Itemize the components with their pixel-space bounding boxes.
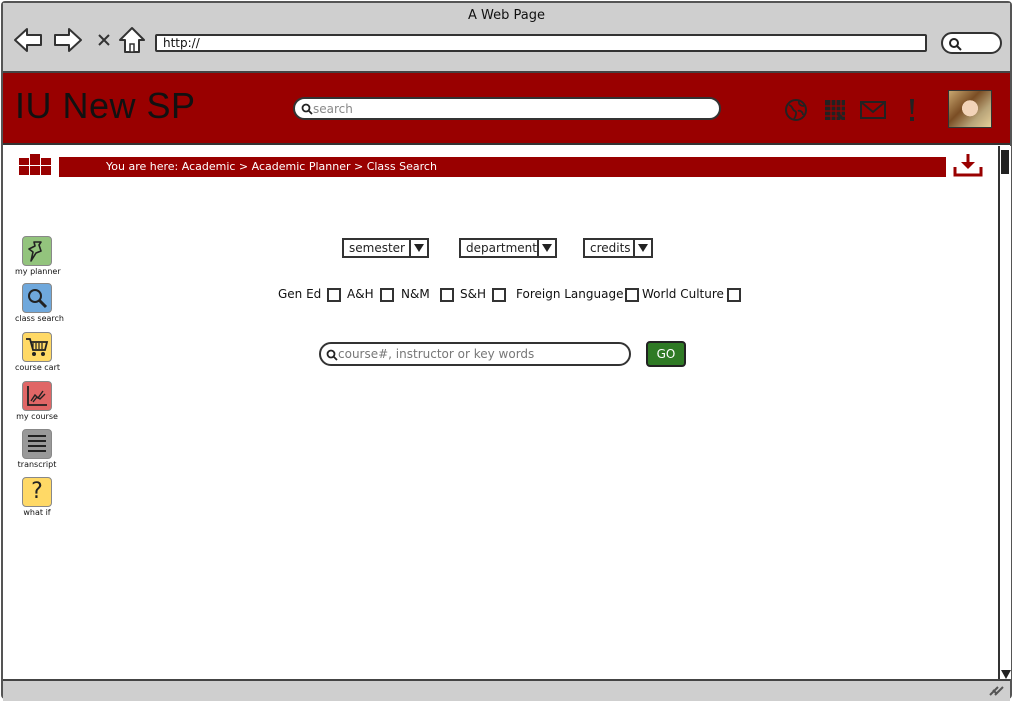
app-header: IU New SP — [3, 73, 1010, 145]
sidebar-item-what-if[interactable]: ? what if — [15, 477, 59, 517]
chevron-down-icon — [633, 240, 651, 256]
checkbox-label-foreign-language: Foreign Language — [516, 287, 624, 301]
course-search-input[interactable] — [338, 346, 623, 362]
window-title: A Web Page — [468, 8, 545, 23]
checkbox-label-gen-ed: Gen Ed — [278, 287, 322, 301]
sidebar-item-my-planner[interactable]: my planner — [15, 236, 61, 276]
breadcrumb: You are here: Academic > Academic Planne… — [59, 157, 946, 177]
checkbox-label-n-m: N&M — [401, 287, 430, 301]
browser-window: A Web Page http:// IU New SP search You … — [1, 1, 1012, 701]
stop-icon[interactable] — [89, 25, 119, 55]
resize-grip-icon[interactable] — [988, 684, 1004, 696]
sidebar-item-course-cart[interactable]: course cart — [15, 332, 61, 372]
checkbox-a-h[interactable] — [380, 288, 394, 302]
sidebar-item-label: transcript — [17, 460, 57, 469]
checkbox-label-a-h: A&H — [347, 287, 374, 301]
back-icon[interactable] — [13, 25, 43, 55]
checkbox-label-s-h: S&H — [460, 287, 486, 301]
checkbox-label-world-culture: World Culture — [642, 287, 724, 301]
browser-search-field[interactable] — [941, 32, 1002, 54]
header-search[interactable] — [293, 97, 721, 120]
semester-dropdown[interactable]: semester — [342, 238, 429, 258]
url-bar[interactable]: http:// — [155, 34, 927, 52]
checkbox-foreign-language[interactable] — [625, 288, 639, 302]
go-button[interactable]: GO — [646, 341, 686, 367]
home-icon[interactable] — [117, 25, 147, 55]
question-icon: ? — [22, 477, 52, 507]
status-bar — [3, 679, 1010, 701]
dropdown-label: department — [466, 241, 537, 255]
scroll-down-icon[interactable] — [1000, 667, 1011, 679]
sidebar-item-label: course cart — [15, 363, 61, 372]
mail-icon[interactable] — [860, 97, 886, 123]
forward-icon[interactable] — [53, 25, 83, 55]
search-icon — [326, 349, 338, 361]
avatar[interactable] — [948, 90, 992, 128]
search-icon — [949, 38, 962, 51]
checkbox-world-culture[interactable] — [727, 288, 741, 302]
chevron-down-icon — [409, 240, 427, 256]
download-icon[interactable] — [953, 153, 983, 181]
chevron-down-icon — [537, 240, 555, 256]
app-title: IU New SP — [15, 85, 196, 126]
course-search[interactable] — [319, 342, 631, 366]
scroll-thumb[interactable] — [1001, 150, 1009, 174]
pin-icon — [22, 236, 52, 266]
credits-dropdown[interactable]: credits — [583, 238, 653, 258]
magnifier-icon — [22, 283, 52, 313]
search-icon — [301, 103, 313, 115]
apps-grid-icon[interactable] — [19, 154, 53, 180]
browser-toolbar: A Web Page http:// — [3, 3, 1010, 73]
checkbox-gen-ed[interactable] — [327, 288, 341, 302]
cart-icon — [22, 332, 52, 362]
checkbox-n-m[interactable] — [440, 288, 454, 302]
globe-icon[interactable] — [783, 97, 809, 123]
sidebar-item-transcript[interactable]: transcript — [15, 429, 59, 469]
sidebar-item-label: my course — [16, 412, 58, 421]
alert-icon[interactable] — [899, 97, 925, 123]
sidebar-item-label: what if — [23, 508, 51, 517]
calendar-icon[interactable] — [822, 97, 848, 123]
sidebar-item-class-search[interactable]: class search — [15, 283, 64, 323]
dropdown-label: credits — [590, 241, 631, 255]
vertical-scrollbar[interactable] — [998, 146, 1011, 679]
department-dropdown[interactable]: department — [459, 238, 557, 258]
sidebar-item-label: my planner — [15, 267, 61, 276]
sidebar-item-label: class search — [15, 314, 64, 323]
chart-icon — [22, 381, 52, 411]
sidebar-item-my-course[interactable]: my course — [15, 381, 59, 421]
header-search-input[interactable] — [313, 100, 703, 117]
dropdown-label: semester — [349, 241, 405, 255]
checkbox-s-h[interactable] — [492, 288, 506, 302]
list-icon — [22, 429, 52, 459]
